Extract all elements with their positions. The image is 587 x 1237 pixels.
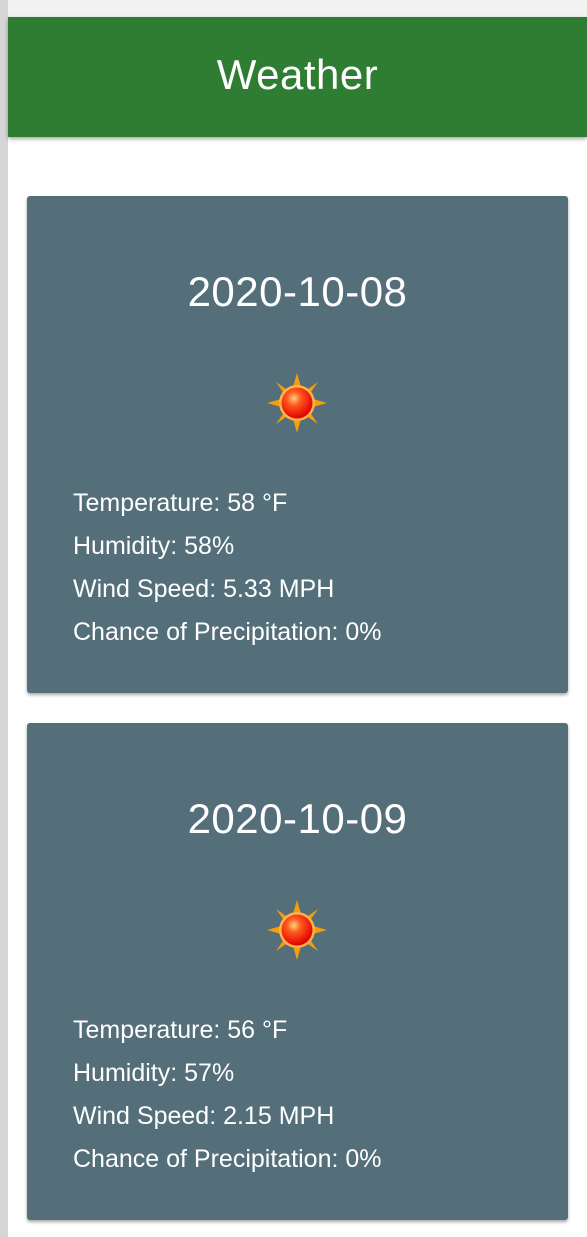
app-header: Weather (8, 17, 587, 137)
forecast-stats: Temperature: 56 °F Humidity: 57% Wind Sp… (73, 1009, 382, 1181)
app-title: Weather (216, 51, 379, 98)
forecast-card: 2020-10-09 Temperature: 56 °F Humidity: … (27, 723, 568, 1220)
temperature-value: Temperature: 58 °F (73, 489, 288, 517)
forecast-date: 2020-10-08 (187, 268, 408, 315)
wind-speed-value: Wind Speed: 2.15 MPH (73, 1102, 335, 1130)
weather-page: Weather 2020-10-08 Temperature: 58 °F Hu… (0, 0, 587, 1237)
forecast-card: 2020-10-08 Temperature: 58 °F Humidity: … (27, 196, 568, 693)
precipitation-value: Chance of Precipitation: 0% (73, 1145, 382, 1173)
precipitation-value: Chance of Precipitation: 0% (73, 618, 382, 646)
temperature-value: Temperature: 56 °F (73, 1016, 288, 1044)
sun-icon (267, 900, 327, 960)
humidity-value: Humidity: 57% (73, 1059, 235, 1087)
sun-icon (267, 373, 327, 433)
left-rail (0, 0, 8, 1237)
wind-speed-value: Wind Speed: 5.33 MPH (73, 575, 335, 603)
humidity-value: Humidity: 58% (73, 532, 235, 560)
top-strip (0, 0, 587, 17)
forecast-date: 2020-10-09 (187, 795, 408, 842)
forecast-stats: Temperature: 58 °F Humidity: 58% Wind Sp… (73, 482, 382, 654)
